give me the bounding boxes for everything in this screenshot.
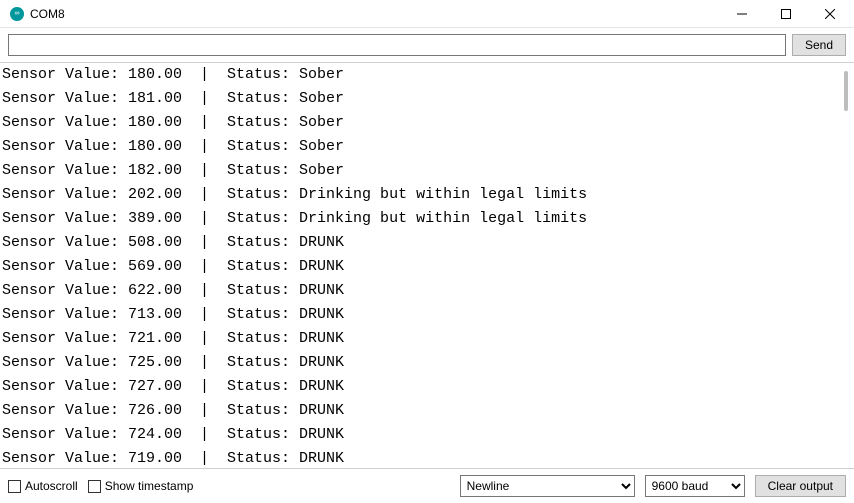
minimize-button[interactable] xyxy=(720,0,764,28)
close-button[interactable] xyxy=(808,0,852,28)
app-icon: ∞ xyxy=(10,7,24,21)
maximize-icon xyxy=(781,9,791,19)
autoscroll-checkbox[interactable]: Autoscroll xyxy=(8,479,78,493)
window-title: COM8 xyxy=(30,7,65,21)
checkbox-icon xyxy=(88,480,101,493)
clear-output-button[interactable]: Clear output xyxy=(755,475,846,497)
close-icon xyxy=(825,9,835,19)
scrollbar-thumb[interactable] xyxy=(844,71,848,111)
line-ending-select[interactable]: Newline xyxy=(460,475,635,497)
maximize-button[interactable] xyxy=(764,0,808,28)
scrollbar[interactable] xyxy=(840,65,852,466)
send-bar: Send xyxy=(0,28,854,63)
bottombar: Autoscroll Show timestamp Newline 9600 b… xyxy=(0,469,854,503)
terminal-output: Sensor Value: 180.00 | Status: Sober Sen… xyxy=(0,63,854,468)
terminal-container: Sensor Value: 180.00 | Status: Sober Sen… xyxy=(0,63,854,469)
show-timestamp-checkbox[interactable]: Show timestamp xyxy=(88,479,194,493)
minimize-icon xyxy=(737,9,747,19)
titlebar: ∞ COM8 xyxy=(0,0,854,28)
window-controls xyxy=(720,0,852,28)
show-timestamp-label: Show timestamp xyxy=(105,479,194,493)
autoscroll-label: Autoscroll xyxy=(25,479,78,493)
serial-input[interactable] xyxy=(8,34,786,56)
checkbox-icon xyxy=(8,480,21,493)
baud-select[interactable]: 9600 baud xyxy=(645,475,745,497)
send-button[interactable]: Send xyxy=(792,34,846,56)
